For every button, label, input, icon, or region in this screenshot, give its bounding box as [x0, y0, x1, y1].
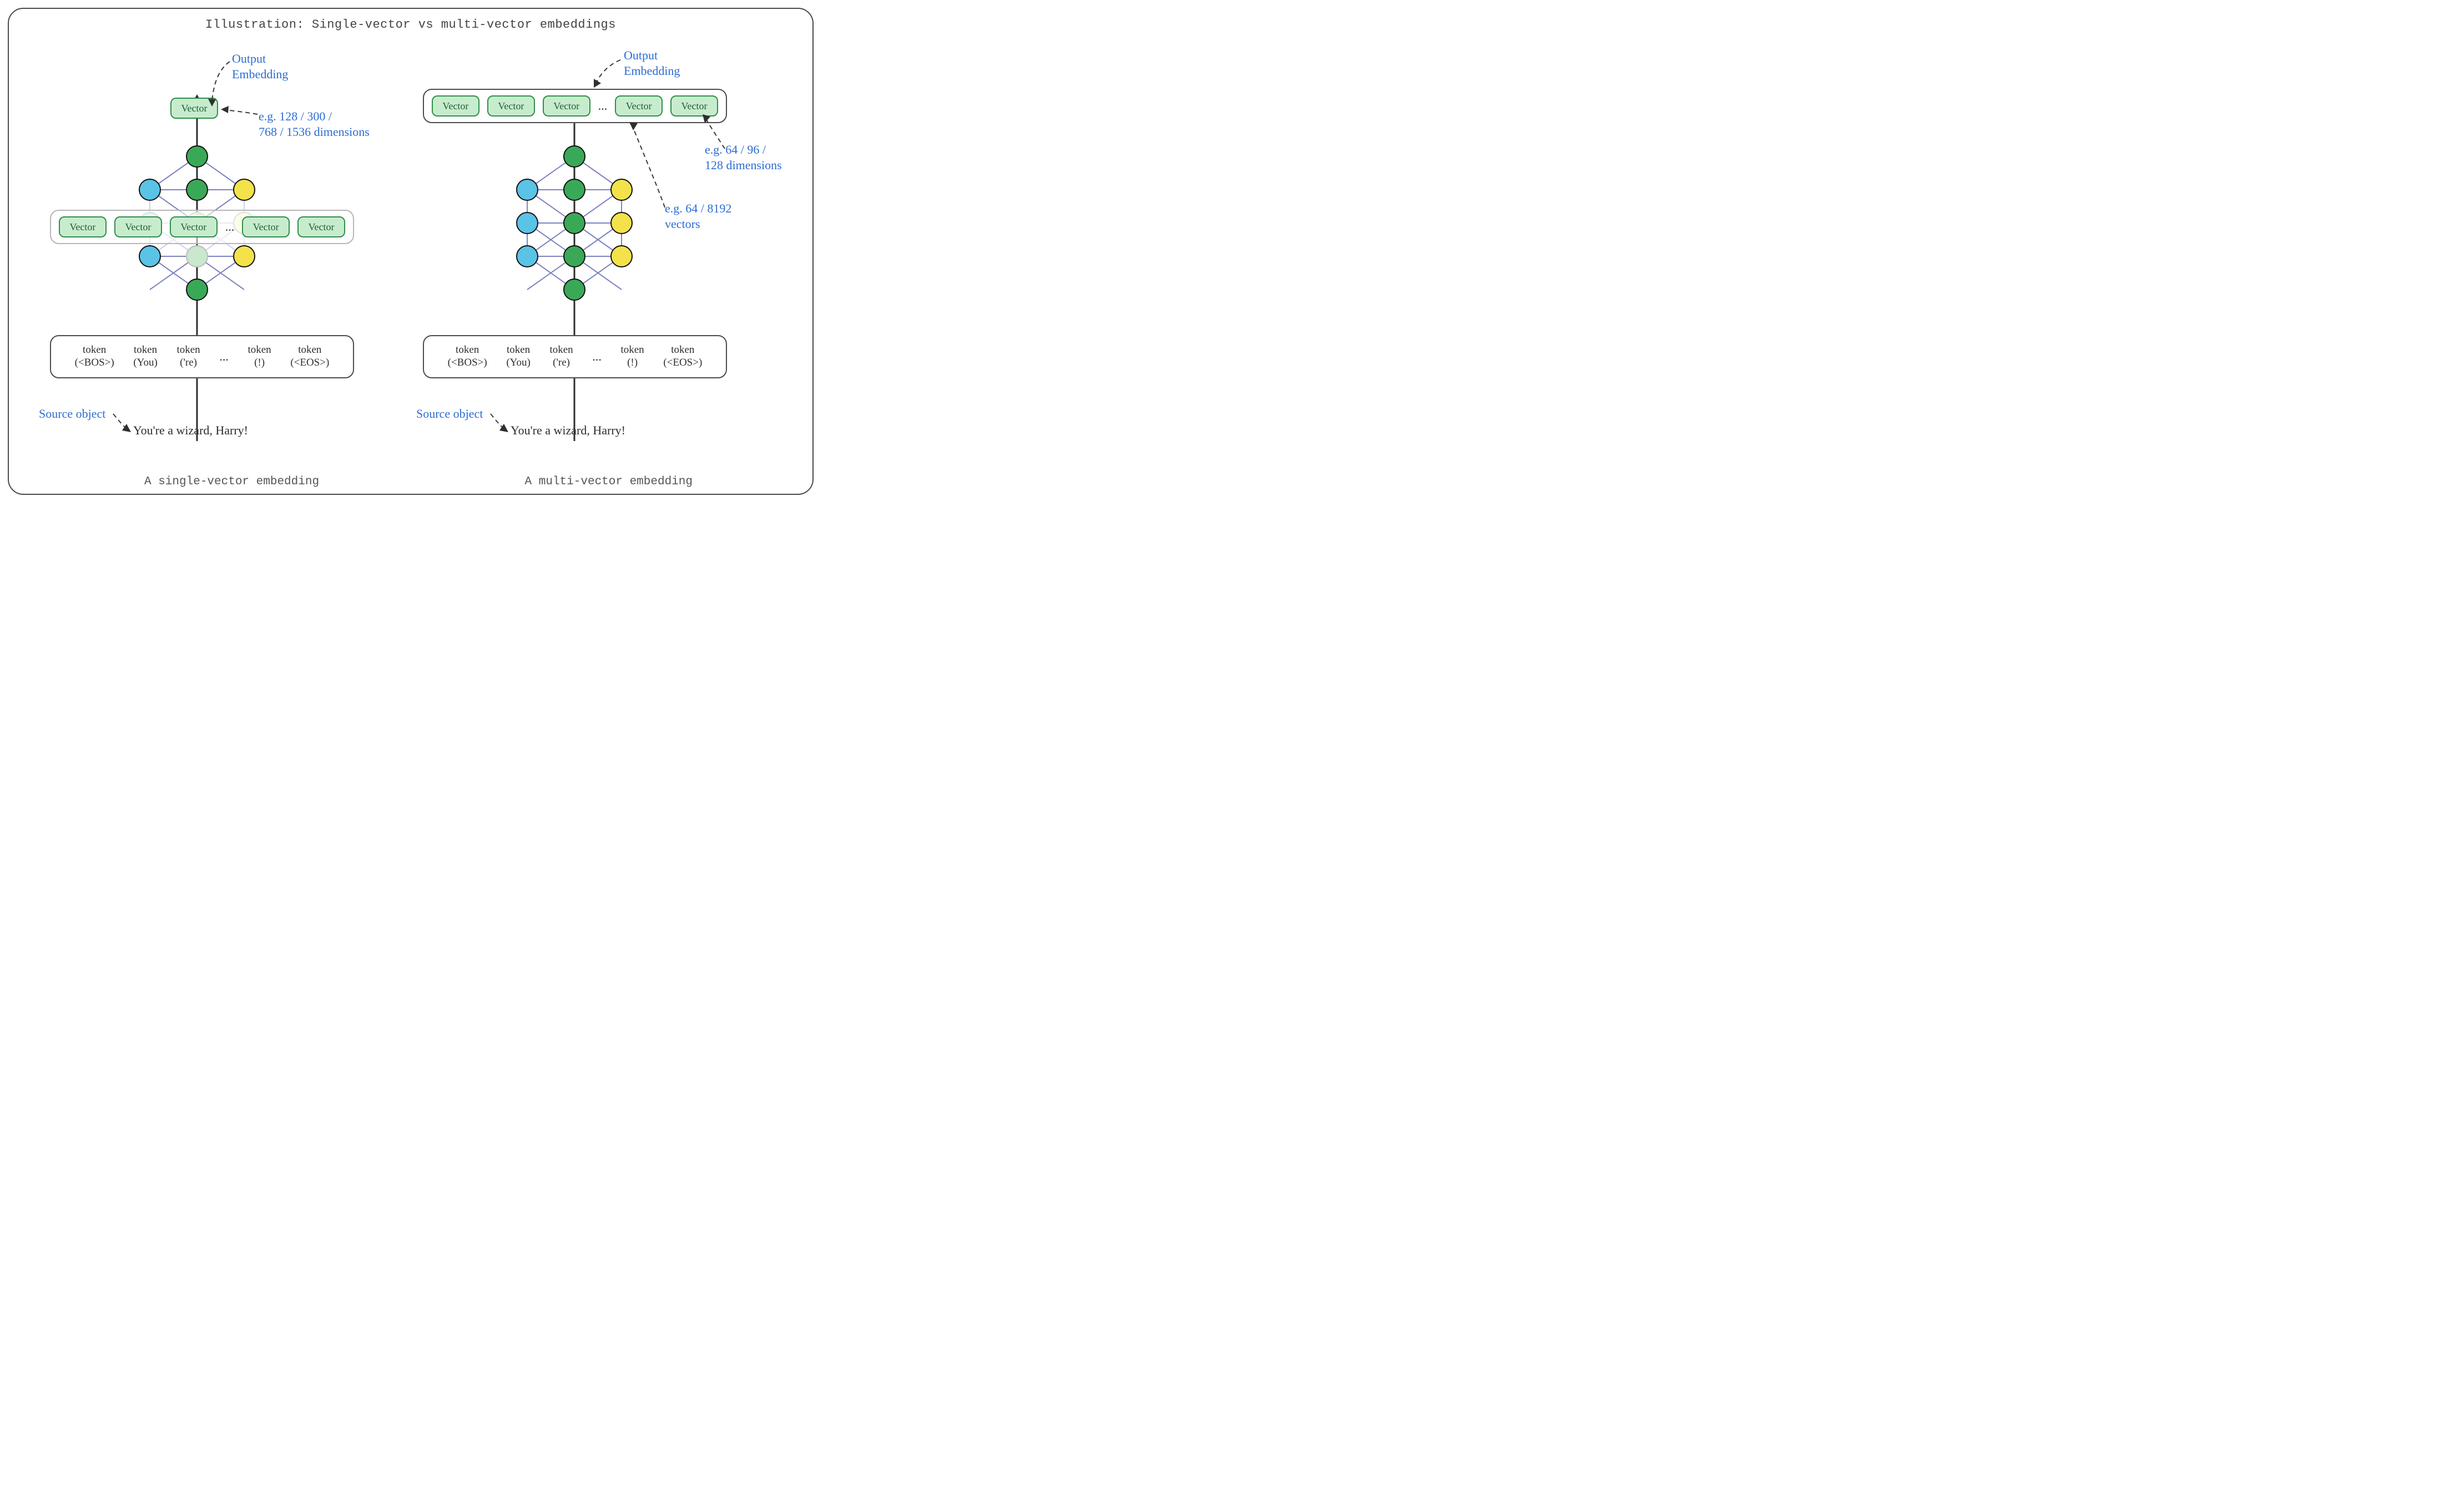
token: token (!): [620, 344, 644, 369]
vector-pill: Vector: [615, 95, 663, 117]
left-caption: A single-vector embedding: [144, 475, 319, 488]
vector-pill: Vector: [432, 95, 479, 117]
token: token (<BOS>): [448, 344, 487, 369]
right-output-embedding-label: Output Embedding: [624, 48, 680, 78]
left-source-text: You're a wizard, Harry!: [133, 423, 248, 438]
right-output-vector-strip: Vector Vector Vector ... Vector Vector: [423, 89, 727, 123]
left-token-box: token (<BOS>) token (You) token ('re) ..…: [50, 335, 354, 378]
left-mid-vector-strip: Vector Vector Vector ... Vector Vector: [50, 210, 354, 244]
left-dims-label: e.g. 128 / 300 / 768 / 1536 dimensions: [259, 109, 370, 139]
vector-pill: Vector: [487, 95, 535, 117]
token: token ('re): [549, 344, 573, 369]
token: token (You): [506, 344, 530, 369]
right-source-text: You're a wizard, Harry!: [511, 423, 625, 438]
vector-pill: Vector: [170, 216, 218, 237]
right-token-box: token (<BOS>) token (You) token ('re) ..…: [423, 335, 727, 378]
left-source-label: Source object: [39, 406, 105, 422]
left-dims-arrow: [220, 107, 264, 129]
token-ellipsis: ...: [592, 350, 602, 364]
vector-pill: Vector: [242, 216, 290, 237]
right-source-label: Source object: [416, 406, 483, 422]
right-caption: A multi-vector embedding: [525, 475, 693, 488]
token-ellipsis: ...: [219, 350, 229, 364]
token: token (<EOS>): [663, 344, 702, 369]
vector-pill: Vector: [59, 216, 107, 237]
vector-pill: Vector: [297, 216, 345, 237]
ellipsis: ...: [225, 220, 235, 234]
left-output-arrow: [210, 59, 254, 109]
right-neural-net: [505, 145, 644, 317]
token: token ('re): [176, 344, 200, 369]
right-dims-arrow: [703, 112, 758, 156]
token: token (!): [248, 344, 271, 369]
token: token (You): [133, 344, 157, 369]
ellipsis: ...: [598, 99, 608, 113]
vector-pill: Vector: [114, 216, 162, 237]
right-output-arrow: [593, 59, 632, 92]
vector-pill: Vector: [543, 95, 590, 117]
token: token (<BOS>): [75, 344, 114, 369]
diagram-title: Illustration: Single-vector vs multi-vec…: [0, 18, 821, 32]
right-count-arrow: [629, 119, 685, 212]
token: token (<EOS>): [290, 344, 329, 369]
